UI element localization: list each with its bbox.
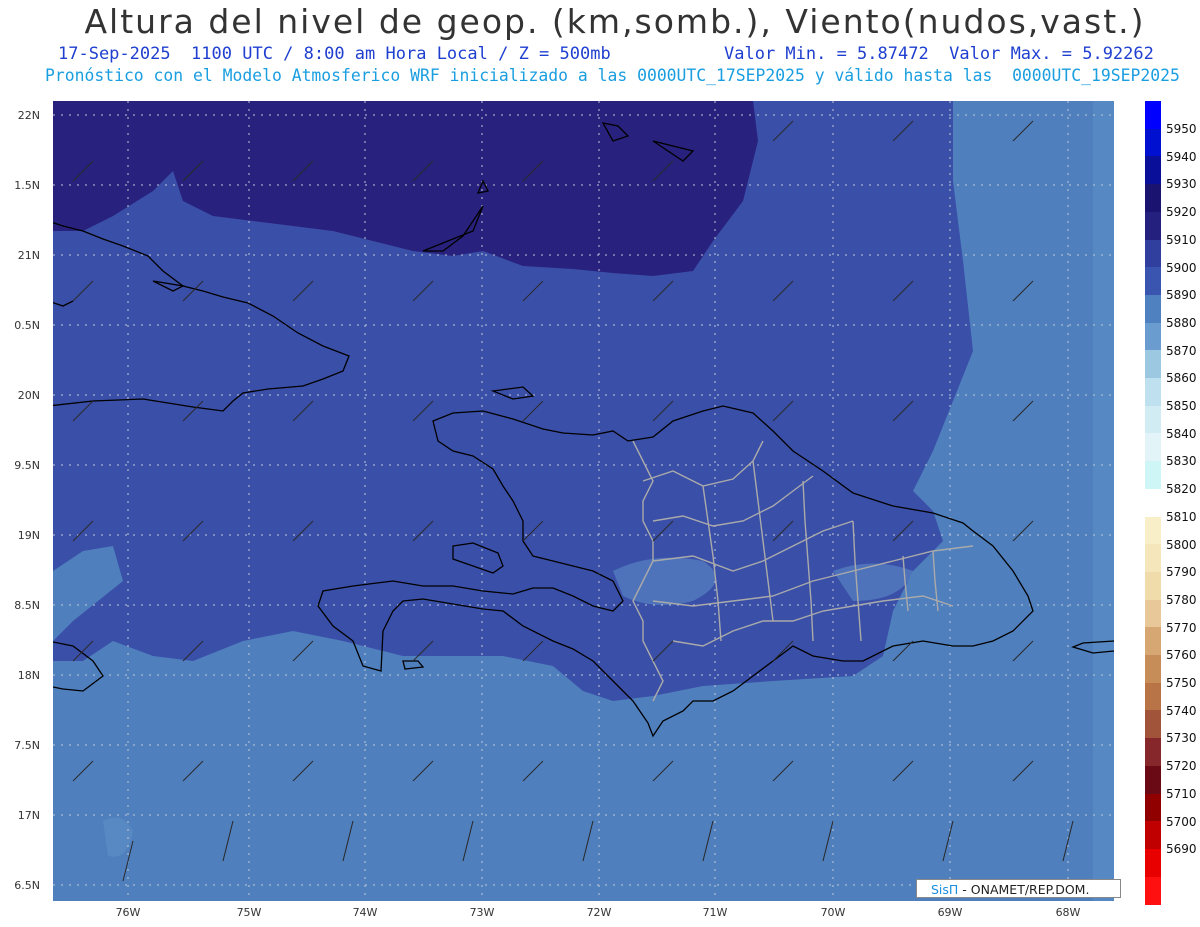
colorbar-swatch: [1145, 267, 1161, 296]
lat-label: 7.5N: [14, 739, 40, 752]
map-canvas: [53, 101, 1114, 901]
colorbar-swatch: [1145, 156, 1161, 185]
lat-label: 21N: [17, 249, 40, 262]
colorbar-swatch: [1145, 738, 1161, 767]
colorbar-swatch: [1145, 405, 1161, 434]
lat-label: 18N: [17, 669, 40, 682]
colorbar-label: 5890: [1166, 288, 1197, 303]
lon-label: 69W: [937, 906, 963, 919]
colorbar-swatch: [1145, 378, 1161, 407]
colorbar-label: 5740: [1166, 703, 1197, 718]
colorbar-swatch: [1145, 239, 1161, 268]
colorbar-swatch: [1145, 710, 1161, 739]
colorbar-label: 5810: [1166, 509, 1197, 524]
colorbar-swatch: [1145, 599, 1161, 628]
lat-label: 0.5N: [14, 319, 40, 332]
colorbar: [1145, 101, 1161, 905]
colorbar-label: 5870: [1166, 343, 1197, 358]
colorbar-label: 5950: [1166, 122, 1197, 136]
colorbar-label: 5800: [1166, 537, 1197, 552]
lon-label: 74W: [352, 906, 378, 919]
colorbar-label: 5750: [1166, 676, 1197, 690]
colorbar-swatch: [1145, 350, 1161, 379]
forecast-time: 17-Sep-2025 1100 UTC / 8:00 am Hora Loca…: [58, 44, 611, 64]
lat-label: 1.5N: [14, 179, 40, 192]
colorbar-swatch: [1145, 544, 1161, 573]
colorbar-swatch: [1145, 294, 1161, 324]
colorbar-label: 5760: [1166, 648, 1197, 663]
colorbar-swatch: [1145, 101, 1161, 130]
colorbar-swatch: [1145, 128, 1161, 157]
lon-label: 70W: [820, 906, 846, 919]
lat-label: 6.5N: [14, 879, 40, 892]
colorbar-swatch: [1145, 461, 1161, 490]
lon-label: 68W: [1055, 906, 1081, 919]
colorbar-label: 5840: [1166, 426, 1197, 441]
lon-label: 75W: [236, 906, 262, 919]
lat-label: 9.5N: [14, 459, 40, 472]
colorbar-swatch: [1145, 765, 1161, 794]
colorbar-label: 5770: [1166, 620, 1197, 635]
credit-text: - ONAMET/REP.DOM.: [958, 882, 1090, 897]
credit-brand: SisΠ: [931, 882, 959, 897]
colorbar-swatch: [1145, 682, 1161, 711]
colorbar-swatch: [1145, 848, 1161, 878]
lon-label: 76W: [115, 906, 141, 919]
colorbar-label: 5830: [1166, 454, 1197, 469]
lat-label: 19N: [17, 529, 40, 542]
colorbar-swatch: [1145, 876, 1161, 905]
colorbar-label: 5920: [1166, 205, 1197, 220]
lat-label: 20N: [17, 389, 40, 402]
colorbar-label: 5850: [1166, 399, 1197, 413]
colorbar-swatch: [1145, 793, 1161, 822]
colorbar-label: 5690: [1166, 842, 1197, 857]
colorbar-label: 5910: [1166, 232, 1197, 247]
colorbar-swatch: [1145, 516, 1161, 545]
lat-label: 17N: [17, 809, 40, 822]
colorbar-label: 5930: [1166, 177, 1197, 192]
colorbar-label: 5710: [1166, 786, 1197, 801]
colorbar-swatch: [1145, 571, 1161, 601]
lon-label: 72W: [586, 906, 612, 919]
field-5880-east: [1093, 101, 1114, 901]
colorbar-label: 5700: [1166, 814, 1197, 829]
colorbar-swatch: [1145, 627, 1161, 656]
colorbar-label: 5940: [1166, 149, 1197, 164]
colorbar-label: 5860: [1166, 371, 1197, 386]
colorbar-swatch: [1145, 821, 1161, 850]
model-info: Pronóstico con el Modelo Atmosferico WRF…: [45, 66, 1180, 85]
colorbar-label: 5780: [1166, 592, 1197, 607]
map-title: Altura del nivel de geop. (km,somb.), Vi…: [84, 2, 1146, 41]
colorbar-label: 5730: [1166, 731, 1197, 746]
lat-label: 22N: [17, 109, 40, 122]
lon-label: 71W: [702, 906, 728, 919]
colorbar-swatch: [1145, 211, 1161, 240]
colorbar-swatch: [1145, 488, 1161, 517]
colorbar-swatch: [1145, 184, 1161, 213]
lat-label: 8.5N: [14, 599, 40, 612]
colorbar-label: 5880: [1166, 315, 1197, 330]
forecast-map[interactable]: [53, 101, 1114, 901]
colorbar-swatch: [1145, 655, 1161, 684]
colorbar-label: 5790: [1166, 565, 1197, 580]
colorbar-label: 5820: [1166, 482, 1197, 497]
colorbar-label: 5900: [1166, 260, 1197, 275]
lon-label: 73W: [469, 906, 495, 919]
value-range: Valor Min. = 5.87472 Valor Max. = 5.9226…: [724, 44, 1154, 64]
credit-box: SisΠ - ONAMET/REP.DOM.: [916, 879, 1121, 898]
colorbar-swatch: [1145, 322, 1161, 351]
colorbar-swatch: [1145, 433, 1161, 462]
colorbar-label: 5720: [1166, 759, 1197, 774]
